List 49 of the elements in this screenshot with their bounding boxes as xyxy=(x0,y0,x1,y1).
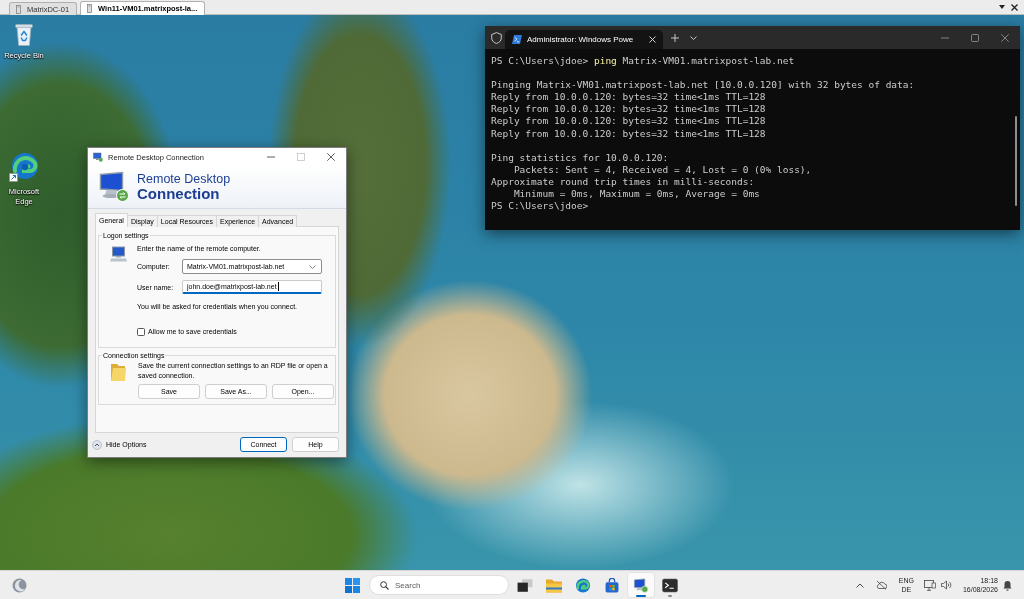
terminal-line: Packets: Sent = 4, Received = 4, Lost = 0 (0% loss), xyxy=(512,163,813,176)
terminal-line: Minimum = 0ms, Maximum = 0ms, Average = 0ms xyxy=(512,188,761,201)
checkbox[interactable] xyxy=(137,327,145,336)
maximize-icon[interactable] xyxy=(971,33,979,42)
close-icon[interactable] xyxy=(327,153,335,161)
taskbar-app-button[interactable] xyxy=(627,572,655,598)
terminal-line: Reply from 10.0.0.120: bytes=32 time<1ms TTL=128 xyxy=(491,103,767,116)
terminal-prompt-icon xyxy=(512,35,522,44)
tower-icon xyxy=(16,4,21,14)
terminal-line: Reply from 10.0.0.120: bytes=32 time<1ms TTL=128 xyxy=(491,127,767,140)
terminal-line: Approximate round trip times in milli-seconds: xyxy=(491,175,756,189)
chevron-up-icon[interactable] xyxy=(855,582,864,588)
monitor-icon[interactable] xyxy=(923,579,936,591)
dropdown-icon[interactable] xyxy=(999,5,1005,9)
moon-icon[interactable] xyxy=(12,577,27,593)
tower-icon xyxy=(87,4,93,13)
terminal-line: PS C:\Users\jdoe> ping Matrix-VM01.matrixpost-lab.net xyxy=(491,55,796,68)
speaker-icon[interactable] xyxy=(940,580,952,590)
terminal-tab[interactable]: Administrator: Windows Powe xyxy=(505,30,663,49)
monitor-icon xyxy=(633,577,649,593)
task-view-icon xyxy=(517,577,533,593)
terminal-line: Ping statistics for 10.0.0.120: xyxy=(491,151,670,164)
search-icon xyxy=(380,580,389,590)
computer-icon xyxy=(110,246,127,262)
search-field[interactable]: Search xyxy=(369,575,509,595)
terminal-icon xyxy=(662,577,678,593)
plus-icon[interactable] xyxy=(671,33,679,42)
terminal-line: Reply from 10.0.0.120: bytes=32 time<1ms TTL=128 xyxy=(491,91,767,104)
browser-icon xyxy=(9,152,39,182)
chevron-down-icon xyxy=(309,264,316,269)
scrollbar[interactable] xyxy=(1015,116,1017,206)
bell-icon[interactable] xyxy=(1003,579,1012,591)
terminal-line: Pinging Matrix-VM01.matrixpost-lab.net [10.0.0.120] with 32 bytes of data: xyxy=(491,79,916,92)
cloud-off-icon[interactable] xyxy=(875,580,887,590)
folder-icon xyxy=(110,362,128,382)
browser-icon xyxy=(575,577,591,593)
banner-title-top: Remote Desktop xyxy=(137,172,231,186)
chevron-down-icon[interactable] xyxy=(690,35,697,40)
start-icon[interactable] xyxy=(345,577,360,593)
folder-icon xyxy=(546,577,562,593)
close-icon[interactable] xyxy=(1011,3,1018,11)
shield-icon xyxy=(491,31,502,44)
recycle-bin-icon xyxy=(14,22,34,46)
monitor-icon xyxy=(98,171,130,203)
terminal-line: Reply from 10.0.0.120: bytes=32 time<1ms TTL=128 xyxy=(491,115,767,128)
banner-title-main: Connection xyxy=(137,186,220,202)
terminal-line: PS C:\Users\jdoe> xyxy=(491,200,590,213)
computer-icon xyxy=(93,152,103,162)
shopping-bag-icon xyxy=(604,577,620,593)
